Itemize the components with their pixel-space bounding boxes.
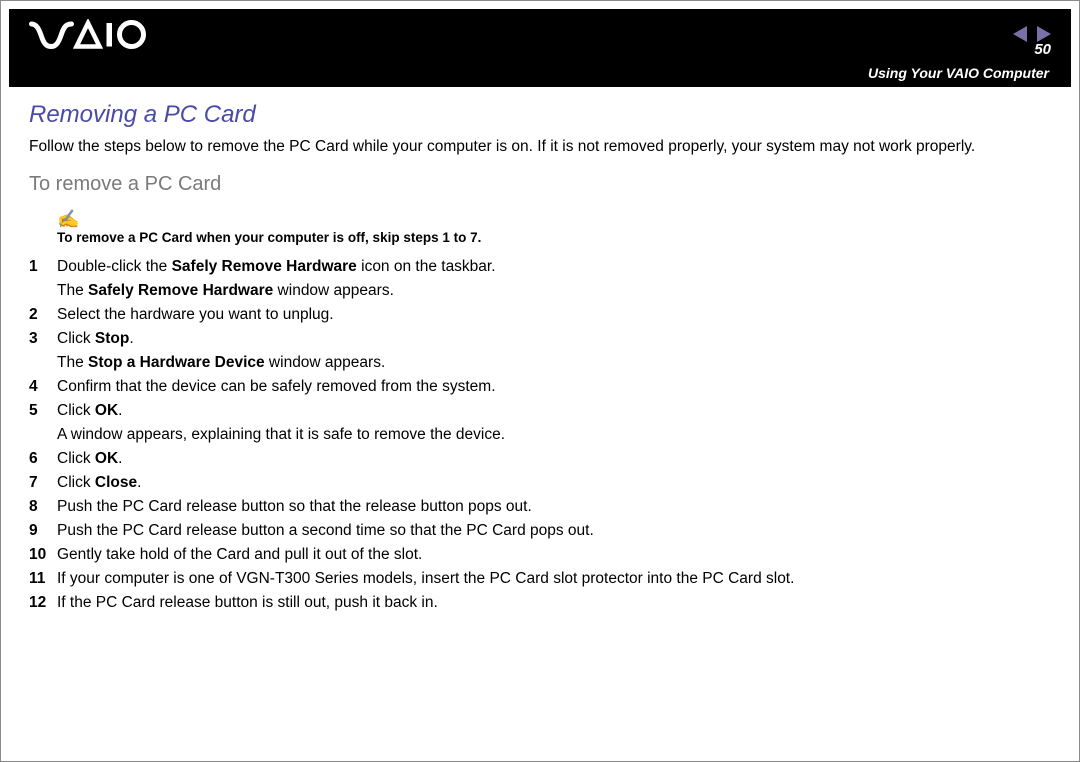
step-2: 2 Select the hardware you want to unplug… bbox=[29, 303, 1049, 327]
step-number: 9 bbox=[29, 519, 57, 543]
step-number: 3 bbox=[29, 327, 57, 351]
sub-heading: To remove a PC Card bbox=[29, 173, 1049, 196]
main-heading: Removing a PC Card bbox=[29, 101, 1049, 129]
header-bar bbox=[9, 9, 1071, 59]
step-8: 8 Push the PC Card release button so tha… bbox=[29, 495, 1049, 519]
step-text: Confirm that the device can be safely re… bbox=[57, 375, 1049, 399]
step-3: 3 Click Stop. The Stop a Hardware Device… bbox=[29, 327, 1049, 375]
step-text: If the PC Card release button is still o… bbox=[57, 591, 1049, 615]
intro-paragraph: Follow the steps below to remove the PC … bbox=[29, 137, 1049, 157]
step-number: 2 bbox=[29, 303, 57, 327]
step-5: 5 Click OK. A window appears, explaining… bbox=[29, 399, 1049, 447]
nav-arrows bbox=[1013, 26, 1051, 42]
step-12: 12 If the PC Card release button is stil… bbox=[29, 591, 1049, 615]
next-page-icon[interactable] bbox=[1037, 26, 1051, 42]
vaio-logo bbox=[29, 19, 149, 49]
step-number: 8 bbox=[29, 495, 57, 519]
steps-list: 1 Double-click the Safely Remove Hardwar… bbox=[29, 255, 1049, 615]
step-number: 5 bbox=[29, 399, 57, 423]
vaio-logo-icon bbox=[29, 19, 149, 49]
document-page: 50 Using Your VAIO Computer Removing a P… bbox=[0, 0, 1080, 762]
step-text: Click OK. bbox=[57, 447, 1049, 471]
step-10: 10 Gently take hold of the Card and pull… bbox=[29, 543, 1049, 567]
step-number: 6 bbox=[29, 447, 57, 471]
step-text: Push the PC Card release button a second… bbox=[57, 519, 1049, 543]
breadcrumb: Using Your VAIO Computer bbox=[868, 65, 1049, 81]
step-text: If your computer is one of VGN-T300 Seri… bbox=[57, 567, 1049, 591]
step-text: Gently take hold of the Card and pull it… bbox=[57, 543, 1049, 567]
prev-page-icon[interactable] bbox=[1013, 26, 1027, 42]
step-6: 6 Click OK. bbox=[29, 447, 1049, 471]
page-number: 50 bbox=[1034, 41, 1051, 58]
step-text: Click OK. A window appears, explaining t… bbox=[57, 399, 1049, 447]
content-area: Removing a PC Card Follow the steps belo… bbox=[29, 101, 1049, 615]
note-text: To remove a PC Card when your computer i… bbox=[57, 230, 1049, 245]
step-text: Click Close. bbox=[57, 471, 1049, 495]
step-text: Click Stop. The Stop a Hardware Device w… bbox=[57, 327, 1049, 375]
step-number: 12 bbox=[29, 591, 57, 615]
step-9: 9 Push the PC Card release button a seco… bbox=[29, 519, 1049, 543]
note-block: ✍ To remove a PC Card when your computer… bbox=[57, 210, 1049, 245]
step-text: Double-click the Safely Remove Hardware … bbox=[57, 255, 1049, 303]
step-11: 11 If your computer is one of VGN-T300 S… bbox=[29, 567, 1049, 591]
step-1: 1 Double-click the Safely Remove Hardwar… bbox=[29, 255, 1049, 303]
step-number: 4 bbox=[29, 375, 57, 399]
sub-header: Using Your VAIO Computer bbox=[9, 59, 1071, 87]
note-icon: ✍ bbox=[57, 210, 1049, 228]
step-text: Push the PC Card release button so that … bbox=[57, 495, 1049, 519]
step-number: 7 bbox=[29, 471, 57, 495]
step-number: 11 bbox=[29, 567, 57, 591]
step-number: 10 bbox=[29, 543, 57, 567]
step-4: 4 Confirm that the device can be safely … bbox=[29, 375, 1049, 399]
step-number: 1 bbox=[29, 255, 57, 279]
step-text: Select the hardware you want to unplug. bbox=[57, 303, 1049, 327]
step-7: 7 Click Close. bbox=[29, 471, 1049, 495]
